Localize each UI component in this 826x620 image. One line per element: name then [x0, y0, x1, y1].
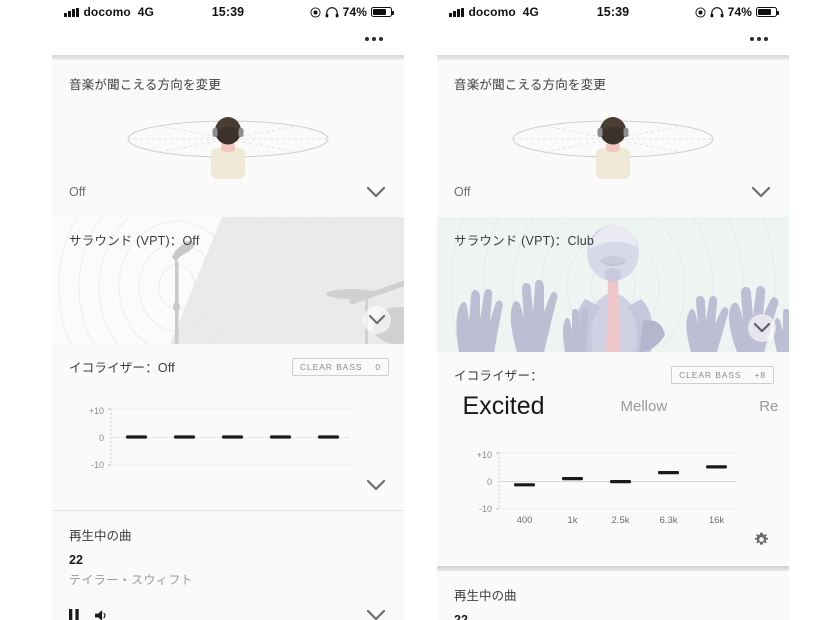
svg-text:1k: 1k: [567, 515, 577, 526]
equalizer-card[interactable]: イコライザー：Off CLEAR BASS 0 +10 0 -10: [52, 344, 404, 510]
track-artist: テイラー・スウィフト: [69, 573, 194, 587]
signal-bars-icon: [64, 7, 79, 17]
sound-direction-illustration: [437, 95, 789, 179]
equalizer-chart-right[interactable]: +10 0 -10 400 1k 2.5k 6.3k 16k: [437, 434, 789, 526]
preset-option-mellow[interactable]: Mellow: [621, 398, 668, 415]
screenshot-left: docomo 4G 15:39 74% 音楽が聞こえる方向を変更 Off サラウ…: [52, 0, 404, 620]
track-title: 22: [454, 613, 468, 620]
carrier-label: docomo: [83, 5, 131, 19]
equalizer-preset-carousel[interactable]: ht Excited Mellow Re: [437, 384, 789, 428]
app-top-bar-right: [437, 22, 789, 55]
svg-text:400: 400: [517, 515, 533, 526]
headphones-icon: [325, 6, 339, 17]
status-left-group: docomo 4G: [64, 5, 154, 19]
status-bar-right: docomo 4G 15:39 74%: [437, 0, 789, 22]
svg-text:16k: 16k: [709, 515, 725, 526]
preset-option-excited[interactable]: Excited: [463, 392, 545, 421]
now-playing-card[interactable]: 再生中の曲 22 テイラー・スウィフト: [437, 571, 789, 620]
status-bar-left: docomo 4G 15:39 74%: [52, 0, 404, 22]
sound-direction-value: Off: [454, 185, 471, 199]
svg-text:2.5k: 2.5k: [612, 515, 630, 526]
equalizer-header: イコライザー： CLEAR BASS +8: [437, 352, 789, 384]
clear-bass-value: 0: [375, 361, 381, 372]
svg-text:0: 0: [487, 477, 492, 487]
vpt-label: サラウンド (VPT)：Off: [69, 234, 200, 248]
battery-percent-label: 74%: [727, 5, 752, 19]
clear-bass-value: +8: [754, 369, 766, 380]
now-playing-title: 再生中の曲: [69, 529, 132, 543]
sound-direction-card[interactable]: 音楽が聞こえる方向を変更 Off: [437, 60, 789, 217]
gear-icon[interactable]: [748, 526, 774, 552]
battery-icon: [756, 7, 779, 17]
signal-bars-icon: [449, 7, 464, 17]
app-top-bar-left: [52, 22, 404, 55]
svg-text:6.3k: 6.3k: [660, 515, 678, 526]
screenshot-right: docomo 4G 15:39 74% 音楽が聞こえる方向を変更 Off サラウ…: [437, 0, 789, 620]
battery-percent-label: 74%: [342, 5, 367, 19]
sound-direction-footer: Off: [437, 179, 789, 217]
comparison-stage: docomo 4G 15:39 74% 音楽が聞こえる方向を変更 Off サラウ…: [0, 0, 826, 620]
equalizer-footer: [52, 470, 404, 510]
svg-text:-10: -10: [479, 504, 492, 514]
equalizer-chart-left[interactable]: +10 0 -10: [52, 382, 404, 470]
alarm-icon: [695, 6, 706, 18]
overflow-menu-button[interactable]: [359, 31, 389, 47]
clear-bass-badge[interactable]: CLEAR BASS +8: [671, 365, 774, 384]
sound-direction-card[interactable]: 音楽が聞こえる方向を変更 Off: [52, 60, 404, 217]
volume-icon[interactable]: [95, 609, 110, 620]
equalizer-title: イコライザー：: [454, 369, 543, 383]
battery-icon: [371, 7, 394, 17]
sound-direction-value: Off: [69, 185, 86, 199]
clear-bass-label: CLEAR BASS: [299, 361, 363, 372]
preset-option-relaxed[interactable]: Re: [759, 398, 778, 415]
overflow-menu-button[interactable]: [744, 31, 774, 47]
headphones-icon: [710, 6, 724, 17]
equalizer-title: イコライザー：Off: [69, 361, 175, 375]
equalizer-header: イコライザー：Off CLEAR BASS 0: [52, 344, 404, 376]
sound-direction-footer: Off: [52, 179, 404, 217]
clear-bass-badge[interactable]: CLEAR BASS 0: [291, 357, 389, 376]
svg-text:+10: +10: [89, 406, 104, 416]
clear-bass-label: CLEAR BASS: [679, 369, 742, 380]
sound-direction-title: 音楽が聞こえる方向を変更: [69, 78, 222, 92]
status-right-group: 74%: [310, 5, 394, 19]
status-right-group: 74%: [695, 5, 779, 19]
chevron-down-icon[interactable]: [363, 472, 389, 498]
svg-text:-10: -10: [91, 460, 104, 470]
alarm-icon: [310, 6, 321, 18]
chevron-down-icon[interactable]: [363, 602, 389, 620]
vpt-label: サラウンド (VPT)：Club: [454, 234, 595, 248]
svg-text:+10: +10: [477, 450, 492, 460]
equalizer-footer: [437, 526, 789, 566]
sound-direction-title: 音楽が聞こえる方向を変更: [454, 78, 607, 92]
track-title: 22: [69, 553, 83, 567]
chevron-down-icon[interactable]: [363, 306, 391, 334]
chevron-down-icon[interactable]: [748, 314, 776, 342]
playback-controls: [52, 588, 404, 620]
now-playing-title: 再生中の曲: [454, 589, 517, 603]
network-label: 4G: [137, 5, 154, 19]
status-left-group: docomo 4G: [449, 5, 539, 19]
vpt-card[interactable]: サラウンド (VPT)：Off: [52, 217, 404, 344]
network-label: 4G: [522, 5, 539, 19]
now-playing-card[interactable]: 再生中の曲 22 テイラー・スウィフト: [52, 510, 404, 620]
sound-direction-illustration: [52, 95, 404, 179]
svg-text:0: 0: [99, 433, 104, 443]
chevron-down-icon[interactable]: [748, 179, 774, 205]
equalizer-card[interactable]: イコライザー： CLEAR BASS +8 ht Excited Mellow …: [437, 352, 789, 566]
vpt-card[interactable]: サラウンド (VPT)：Club: [437, 217, 789, 352]
carrier-label: docomo: [468, 5, 516, 19]
chevron-down-icon[interactable]: [363, 179, 389, 205]
pause-icon[interactable]: [69, 608, 79, 620]
